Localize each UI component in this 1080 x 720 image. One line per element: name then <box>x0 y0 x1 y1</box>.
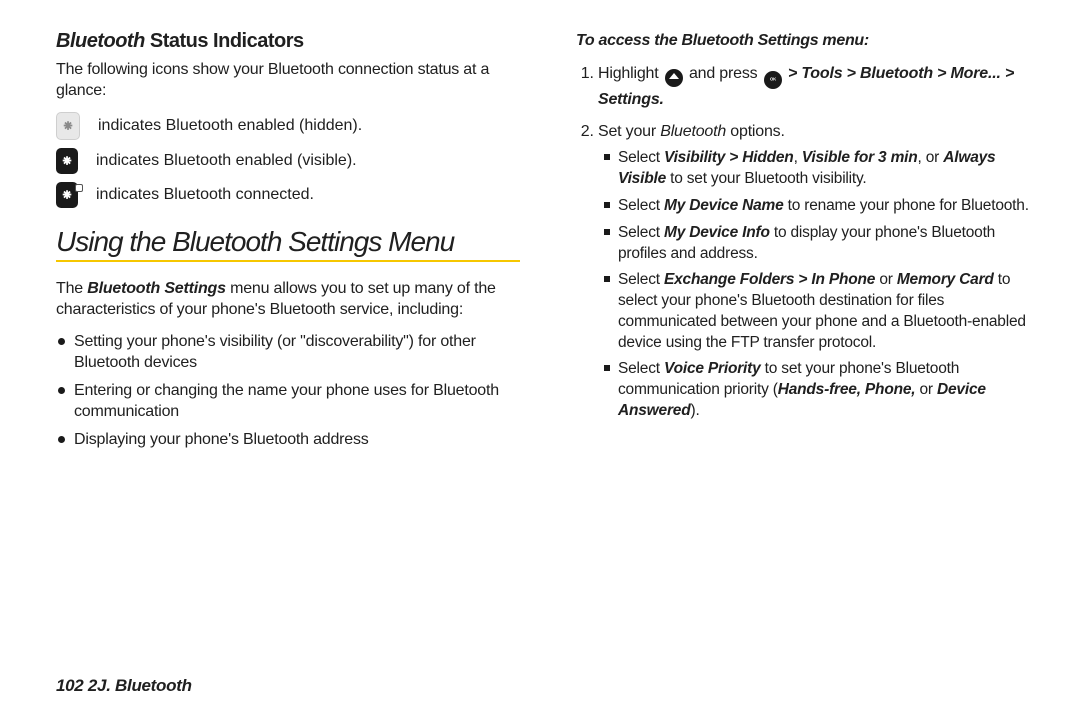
list-item: Select Voice Priority to set your phone'… <box>602 359 1040 421</box>
text: Highlight <box>598 65 663 82</box>
bluetooth-hidden-icon: ⁕ <box>56 112 80 140</box>
text: , <box>794 149 802 166</box>
menu-path: Tools <box>801 65 842 82</box>
section-heading: Using the Bluetooth Settings Menu <box>56 226 520 258</box>
home-icon <box>665 69 683 87</box>
list-item: Select Visibility > Hidden, Visible for … <box>602 148 1040 190</box>
two-column-layout: Bluetooth Status Indicators The followin… <box>56 30 1040 668</box>
status-intro-text: The following icons show your Bluetooth … <box>56 59 520 102</box>
status-indicators-heading: Bluetooth Status Indicators <box>56 30 520 53</box>
step-2: Set your Bluetooth options. Select Visib… <box>598 121 1040 422</box>
list-item: Displaying your phone's Bluetooth addres… <box>56 429 520 450</box>
list-item: Entering or changing the name your phone… <box>56 380 520 423</box>
text: Select <box>618 271 664 288</box>
left-column: Bluetooth Status Indicators The followin… <box>56 30 520 668</box>
text: Select <box>618 224 664 241</box>
settings-intro: The Bluetooth Settings menu allows you t… <box>56 278 520 321</box>
step-1: Highlight and press OK > Tools > Bluetoo… <box>598 63 1040 110</box>
icon-row-hidden: ⁕ indicates Bluetooth enabled (hidden). <box>56 112 520 140</box>
text: . <box>660 91 664 108</box>
list-item: Select My Device Info to display your ph… <box>602 223 1040 265</box>
sep: > <box>842 65 860 82</box>
page-footer: 102 2J. Bluetooth <box>56 668 1040 696</box>
bold-term: Visibility > Hidden <box>664 149 794 166</box>
text: Select <box>618 360 664 377</box>
capability-list: Setting your phone's visibility (or "dis… <box>56 331 520 450</box>
text: and press <box>689 65 762 82</box>
bold-term: My Device Name <box>664 197 784 214</box>
text: Set your <box>598 123 660 140</box>
right-column: To access the Bluetooth Settings menu: H… <box>576 30 1040 668</box>
bold-term: My Device Info <box>664 224 770 241</box>
bold-term: Bluetooth Settings <box>87 280 226 297</box>
bluetooth-connected-icon: ⁕ <box>56 182 78 208</box>
text: or <box>915 381 937 398</box>
icon-desc: indicates Bluetooth enabled (visible). <box>96 152 357 170</box>
bluetooth-icon-list: ⁕ indicates Bluetooth enabled (hidden). … <box>56 112 520 208</box>
text: Select <box>618 149 664 166</box>
procedure-lead: To access the Bluetooth Settings menu: <box>576 30 1040 51</box>
bluetooth-visible-icon: ⁕ <box>56 148 78 174</box>
sep: > <box>933 65 951 82</box>
bold-term: Exchange Folders > In Phone <box>664 271 875 288</box>
menu-ok-icon: OK <box>764 71 782 89</box>
text: or <box>875 271 897 288</box>
text: to rename your phone for Bluetooth. <box>784 197 1029 214</box>
text: Select <box>618 197 664 214</box>
bold-term: Visible for 3 min <box>802 149 918 166</box>
text: to set your Bluetooth visibility. <box>666 170 867 187</box>
bold-term: Memory Card <box>897 271 994 288</box>
bold-term: Voice Priority <box>664 360 761 377</box>
italic-term: Bluetooth <box>660 123 726 140</box>
list-item: Setting your phone's visibility (or "dis… <box>56 331 520 374</box>
icon-desc: indicates Bluetooth connected. <box>96 186 314 204</box>
menu-path: More... <box>951 65 1001 82</box>
yellow-rule <box>56 260 520 262</box>
sep: > <box>788 65 801 82</box>
text: The <box>56 280 87 297</box>
icon-row-connected: ⁕ indicates Bluetooth connected. <box>56 182 520 208</box>
bold-term: Hands-free, Phone, <box>778 381 916 398</box>
text: , or <box>918 149 944 166</box>
text: options. <box>726 123 785 140</box>
procedure-steps: Highlight and press OK > Tools > Bluetoo… <box>576 63 1040 421</box>
list-item: Select My Device Name to rename your pho… <box>602 196 1040 217</box>
menu-path: Bluetooth <box>860 65 933 82</box>
manual-page: Bluetooth Status Indicators The followin… <box>0 0 1080 720</box>
heading-rest: Status Indicators <box>145 30 304 52</box>
sep: > <box>1001 65 1014 82</box>
icon-row-visible: ⁕ indicates Bluetooth enabled (visible). <box>56 148 520 174</box>
options-sublist: Select Visibility > Hidden, Visible for … <box>598 148 1040 421</box>
icon-desc: indicates Bluetooth enabled (hidden). <box>98 117 362 135</box>
list-item: Select Exchange Folders > In Phone or Me… <box>602 270 1040 353</box>
heading-italic-word: Bluetooth <box>56 30 145 52</box>
text: ). <box>690 402 699 419</box>
menu-path: Settings <box>598 91 660 108</box>
